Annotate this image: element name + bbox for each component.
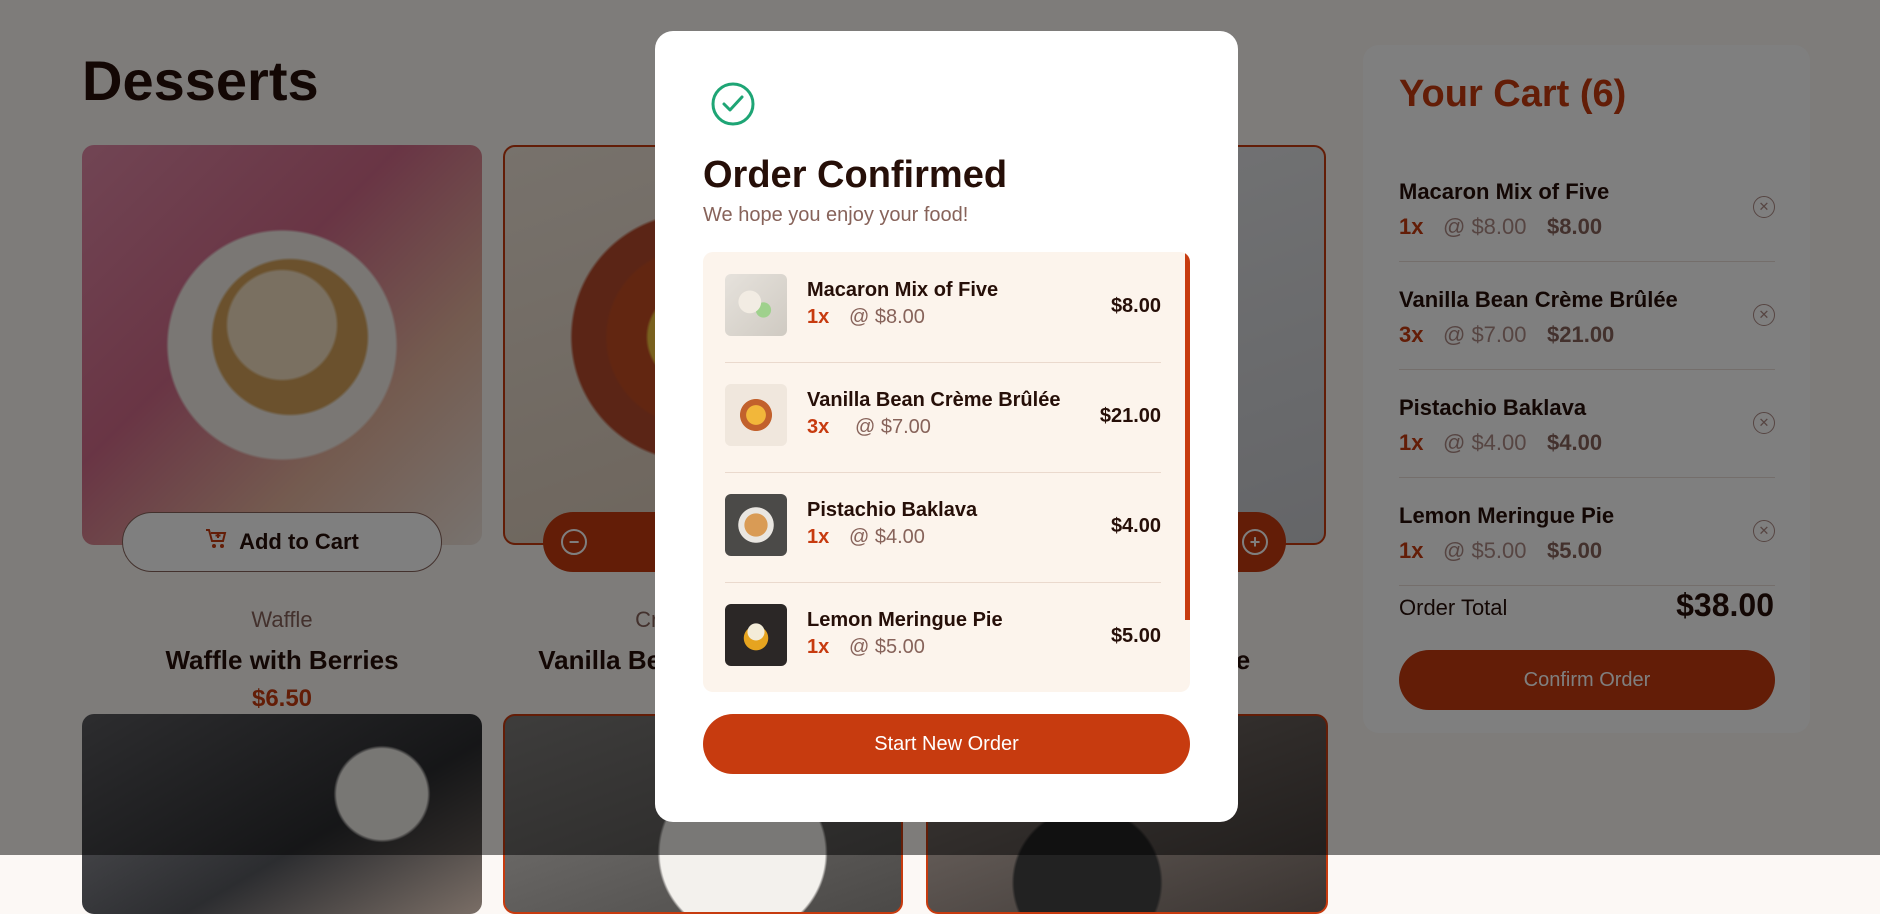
order-confirmed-modal: Order Confirmed We hope you enjoy your f…: [655, 31, 1238, 822]
item-qty: 1x: [807, 636, 830, 658]
item-thumbnail: [725, 494, 787, 556]
item-unit-price: @ $7.00: [855, 416, 931, 438]
item-total: $5.00: [1110, 625, 1161, 647]
item-name: Vanilla Bean Crème Brûlée: [807, 389, 1061, 411]
check-circle-icon: [711, 82, 755, 126]
item-unit-price: @ $5.00: [849, 636, 925, 658]
item-name: Macaron Mix of Five: [807, 279, 999, 301]
item-unit-price: @ $4.00: [849, 526, 925, 548]
item-total: $4.00: [1110, 515, 1161, 537]
item-total: $21.00: [1099, 405, 1161, 427]
item-unit-price: @ $8.00: [849, 306, 925, 328]
item-qty: 1x: [807, 306, 830, 328]
item-thumbnail: [725, 274, 787, 336]
order-summary-item: Pistachio Baklava 1x @ $4.00 $4.00: [725, 472, 1161, 583]
item-total: $8.00: [1110, 295, 1161, 317]
order-summary-list[interactable]: Macaron Mix of Five 1x @ $8.00 $8.00 Van…: [703, 252, 1190, 692]
scrollbar[interactable]: [1185, 252, 1190, 620]
order-summary-item: Vanilla Bean Crème Brûlée 3x @ $7.00 $21…: [725, 362, 1161, 473]
item-thumbnail: [725, 384, 787, 446]
order-summary-item: Lemon Meringue Pie 1x @ $5.00 $5.00: [725, 582, 1161, 692]
start-new-order-button[interactable]: Start New Order: [703, 714, 1190, 774]
item-name: Lemon Meringue Pie: [807, 609, 1003, 631]
item-thumbnail: [725, 604, 787, 666]
order-summary-item: Macaron Mix of Five 1x @ $8.00 $8.00: [725, 252, 1161, 363]
modal-subtitle: We hope you enjoy your food!: [703, 204, 969, 226]
item-qty: 3x: [807, 416, 830, 438]
modal-title: Order Confirmed: [703, 154, 1008, 196]
item-name: Pistachio Baklava: [807, 499, 978, 521]
item-qty: 1x: [807, 526, 830, 548]
